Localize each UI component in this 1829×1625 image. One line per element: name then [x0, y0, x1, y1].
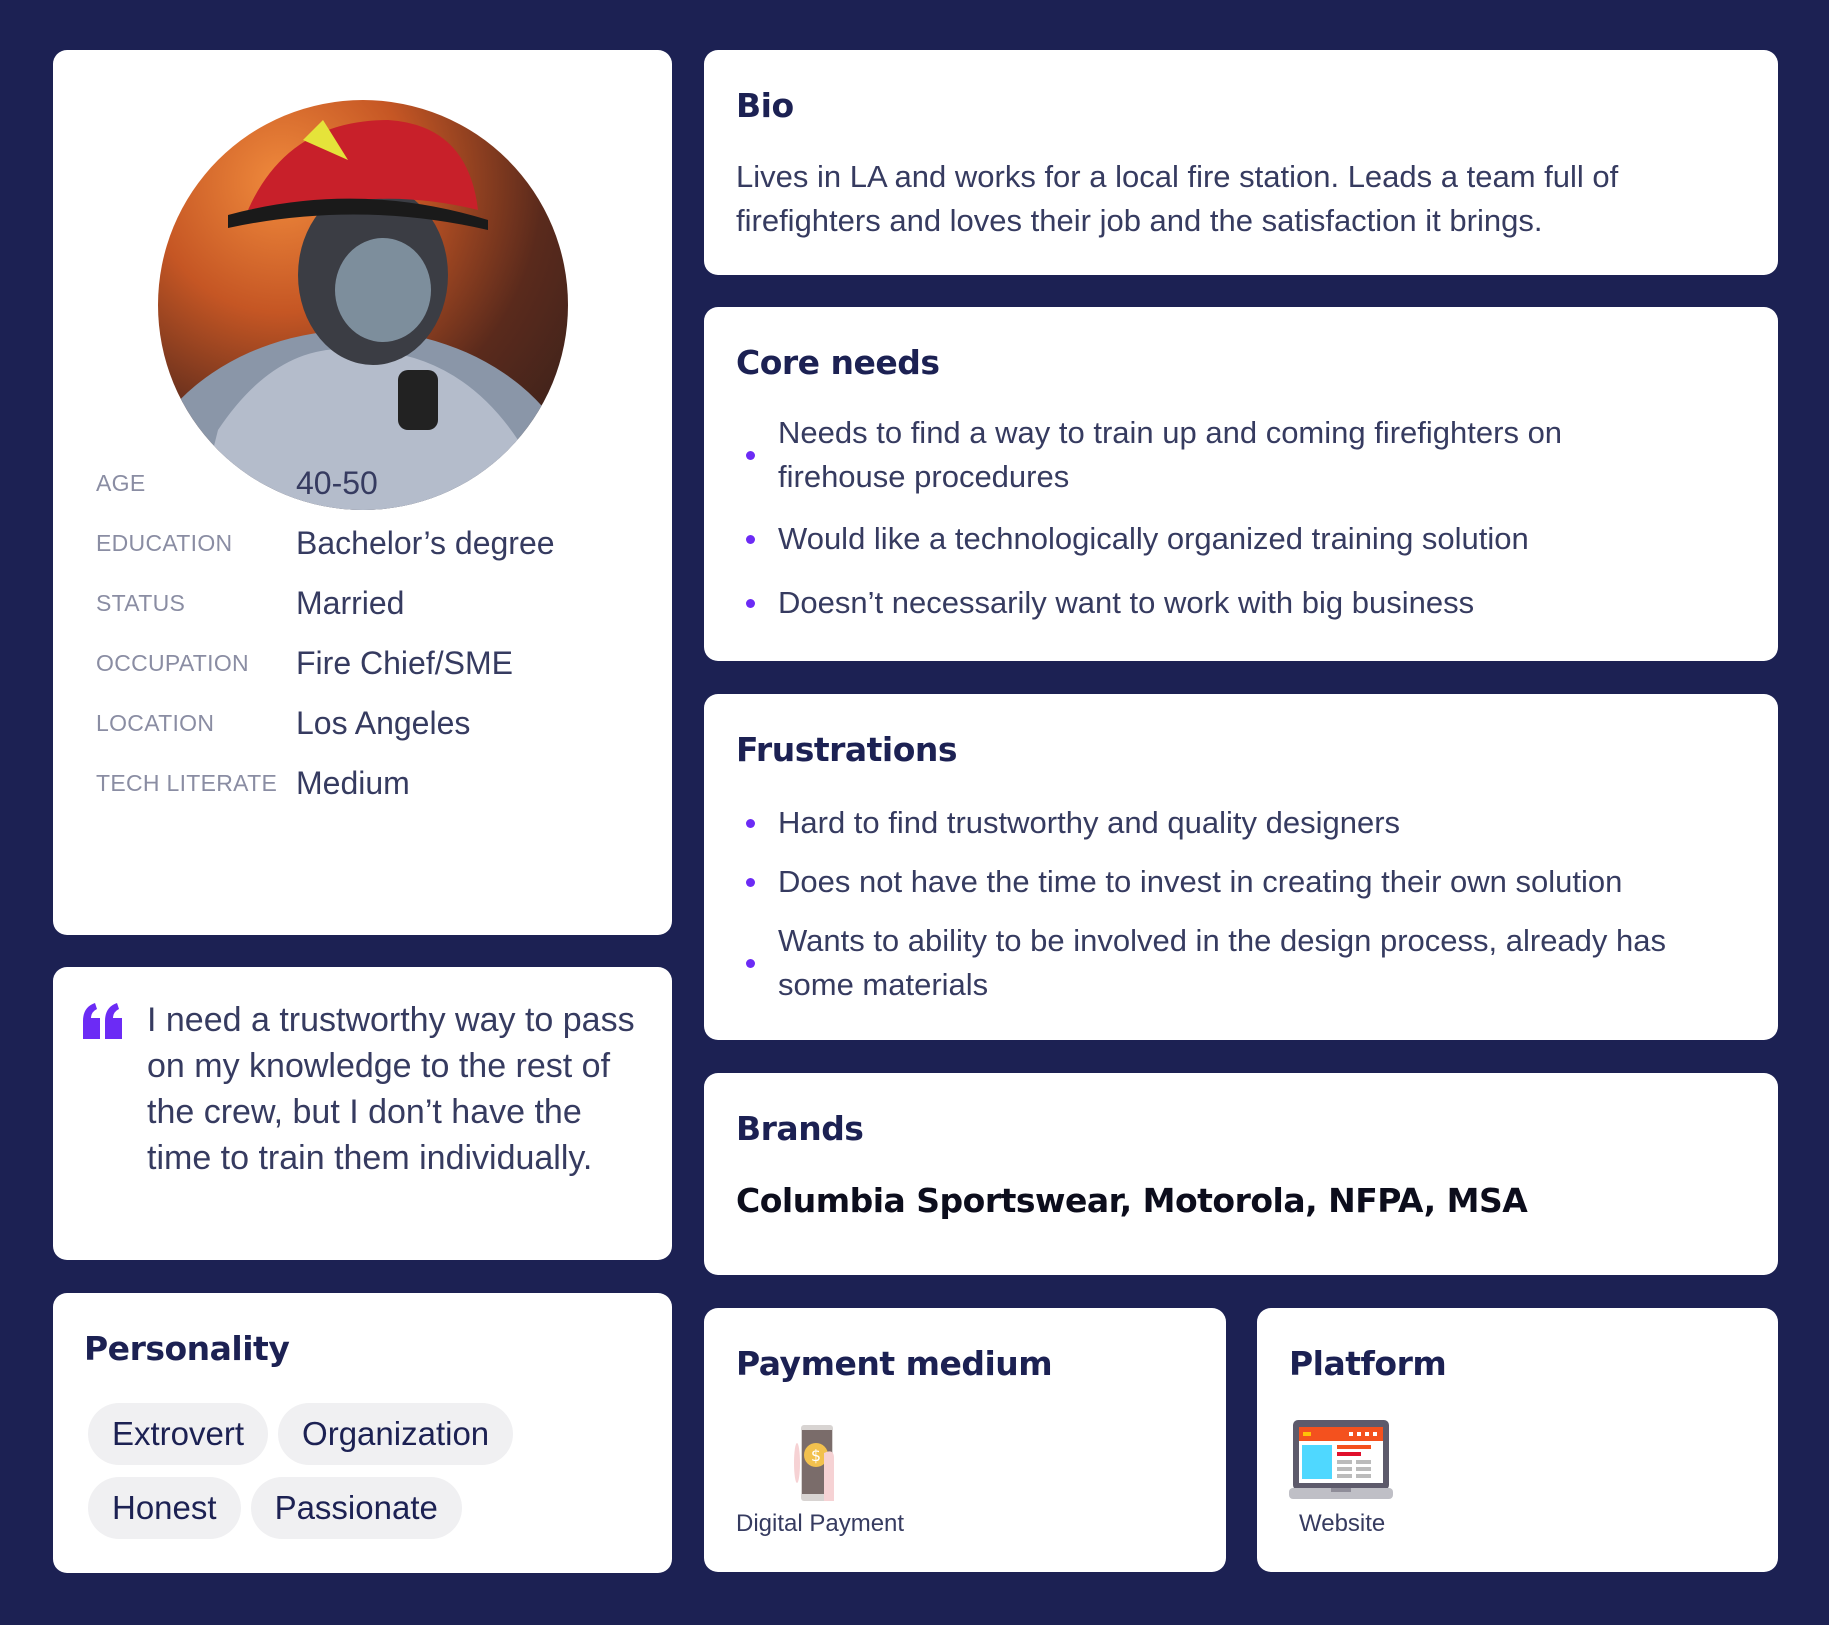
quote-card: I need a trustworthy way to pass on my k… [53, 967, 672, 1260]
field-occupation: OCCUPATION Fire Chief/SME [96, 645, 513, 681]
core-needs-card: Core needs Needs to find a way to train … [704, 307, 1778, 661]
personality-title: Personality [84, 1329, 290, 1368]
field-education: EDUCATION Bachelor’s degree [96, 525, 555, 561]
core-needs-list: Needs to find a way to train up and comi… [736, 411, 1736, 625]
frustrations-list: Hard to find trustworthy and quality des… [736, 801, 1746, 1007]
list-item: Doesn’t necessarily want to work with bi… [736, 581, 1736, 625]
bio-text: Lives in LA and works for a local fire s… [736, 159, 1619, 238]
bio-title: Bio [736, 86, 794, 125]
field-status: STATUS Married [96, 585, 405, 621]
brands-card: Brands Columbia Sportswear, Motorola, NF… [704, 1073, 1778, 1275]
list-item: Hard to find trustworthy and quality des… [736, 801, 1746, 845]
personality-card: Personality Extrovert Organization Honest… [53, 1293, 672, 1573]
phone-coin-icon: $ [794, 1425, 834, 1501]
payment-label: Digital Payment [736, 1510, 905, 1537]
field-location: LOCATION Los Angeles [96, 705, 471, 741]
persona-photo [158, 100, 568, 510]
list-item: Does not have the time to invest in crea… [736, 860, 1746, 904]
trait-chip: Extrovert [88, 1403, 269, 1465]
frustrations-card: Frustrations Hard to find trustworthy an… [704, 694, 1778, 1040]
svg-text:$: $ [811, 1446, 821, 1465]
platform-title: Platform [1289, 1344, 1447, 1383]
frustrations-title: Frustrations [736, 730, 958, 769]
field-age: AGE 40-50 [96, 465, 378, 501]
list-item: Wants to ability to be involved in the d… [736, 919, 1746, 1007]
brands-title: Brands [736, 1109, 864, 1148]
core-needs-title: Core needs [736, 343, 940, 382]
quote-text: I need a trustworthy way to pass on my k… [147, 1001, 635, 1177]
brands-text: Columbia Sportswear, Motorola, NFPA, MSA [736, 1181, 1528, 1220]
bio-card: Bio Lives in LA and works for a local fi… [704, 50, 1778, 275]
laptop-website-icon-wide [1289, 1420, 1393, 1499]
list-item: Needs to find a way to train up and comi… [736, 411, 1636, 499]
trait-chip: Honest [88, 1477, 241, 1539]
payment-title: Payment medium [736, 1344, 1053, 1383]
field-tech-literate: TECH LITERATE Medium [96, 765, 410, 801]
profile-card: AGE 40-50 EDUCATION Bachelor’s degree STAT… [53, 50, 672, 935]
payment-card: Payment medium $ Digital Payment [704, 1308, 1226, 1572]
trait-list: Extrovert Organization Honest Passionate [88, 1403, 648, 1539]
list-item: Would like a technologically organized t… [736, 517, 1736, 561]
platform-card: Platform Website [1257, 1308, 1778, 1572]
platform-label: Website [1299, 1510, 1386, 1537]
quote-mark-icon [83, 1003, 122, 1039]
trait-chip: Organization [278, 1403, 514, 1465]
trait-chip: Passionate [250, 1477, 462, 1539]
